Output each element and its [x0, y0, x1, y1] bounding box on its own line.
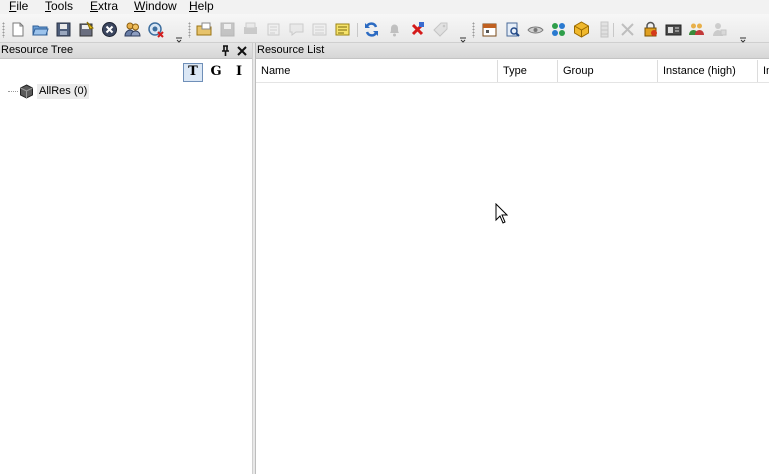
note-icon[interactable]	[334, 21, 351, 38]
bell-disabled-icon[interactable]	[386, 21, 403, 38]
resource-list-panel: Resource List Name Type Group Instance (…	[256, 43, 769, 474]
pin-icon[interactable]	[220, 45, 231, 57]
comment-disabled-icon[interactable]	[288, 21, 305, 38]
toolbar-grip[interactable]	[2, 22, 5, 38]
menu-tools[interactable]: Tools	[45, 0, 73, 14]
menu-bar: File Tools Extra Window Help	[0, 0, 769, 14]
menu-extra[interactable]: Extra	[90, 0, 118, 14]
tree-mode-toolbar: T G I	[0, 60, 252, 83]
column-header-instance-high[interactable]: Instance (high)	[658, 60, 758, 82]
calendar-icon[interactable]	[481, 21, 498, 38]
lock-icon[interactable]	[642, 21, 659, 38]
users-icon[interactable]	[124, 21, 141, 38]
resource-list-header: Name Type Group Instance (high) In	[256, 60, 769, 83]
resource-list-title: Resource List	[256, 43, 769, 59]
column-header-truncated[interactable]: In	[758, 60, 769, 82]
menu-file[interactable]: File	[9, 0, 28, 14]
stop-icon[interactable]	[101, 21, 118, 38]
toolbar-grip[interactable]	[472, 22, 475, 38]
instance-mode-button[interactable]: I	[229, 63, 249, 82]
cut-disabled-icon[interactable]	[619, 21, 636, 38]
column-header-name[interactable]: Name	[256, 60, 498, 82]
close-icon[interactable]	[236, 45, 248, 57]
package-icon[interactable]	[573, 21, 590, 38]
user-disabled-icon[interactable]	[711, 21, 728, 38]
column-header-type[interactable]: Type	[498, 60, 558, 82]
column-header-group[interactable]: Group	[558, 60, 658, 82]
delete-red-icon[interactable]	[409, 21, 426, 38]
delete-disabled-icon[interactable]	[265, 21, 282, 38]
toolbar-separator	[357, 23, 358, 37]
save-disabled-icon[interactable]	[219, 21, 236, 38]
save-all-icon[interactable]	[78, 21, 95, 38]
tree-root-node[interactable]: AllRes (0)	[8, 83, 90, 99]
open-folder-icon[interactable]	[32, 21, 49, 38]
tree-connector	[8, 90, 18, 92]
group-mode-button[interactable]: G	[206, 63, 226, 82]
mouse-cursor-icon	[495, 203, 508, 224]
refresh-icon[interactable]	[363, 21, 380, 38]
menu-window[interactable]: Window	[134, 0, 177, 14]
report-icon[interactable]	[504, 21, 521, 38]
list-disabled-icon[interactable]	[311, 21, 328, 38]
menu-help[interactable]: Help	[189, 0, 214, 14]
new-document-icon[interactable]	[9, 21, 26, 38]
toolbar	[0, 14, 769, 43]
cube-icon	[20, 83, 33, 99]
resource-tree-title: Resource Tree	[0, 43, 252, 59]
tree-node-label[interactable]: AllRes (0)	[37, 83, 90, 99]
grid-icon[interactable]	[550, 21, 567, 38]
panel-title-text: Resource List	[257, 44, 325, 56]
tag-disabled-icon[interactable]	[432, 21, 449, 38]
print-disabled-icon[interactable]	[242, 21, 259, 38]
toolbar-grip[interactable]	[188, 22, 191, 38]
text-mode-button[interactable]: T	[183, 63, 203, 82]
toolbar-separator	[613, 23, 614, 37]
column-disabled-icon[interactable]	[596, 21, 613, 38]
open-project-icon[interactable]	[196, 21, 213, 38]
disconnect-icon[interactable]	[147, 21, 164, 38]
panel-title-text: Resource Tree	[1, 44, 74, 56]
view-icon[interactable]	[527, 21, 544, 38]
resource-tree-panel: Resource Tree T G I AllRes (0)	[0, 43, 252, 474]
user-group-icon[interactable]	[688, 21, 705, 38]
card-icon[interactable]	[665, 21, 682, 38]
save-icon[interactable]	[55, 21, 72, 38]
